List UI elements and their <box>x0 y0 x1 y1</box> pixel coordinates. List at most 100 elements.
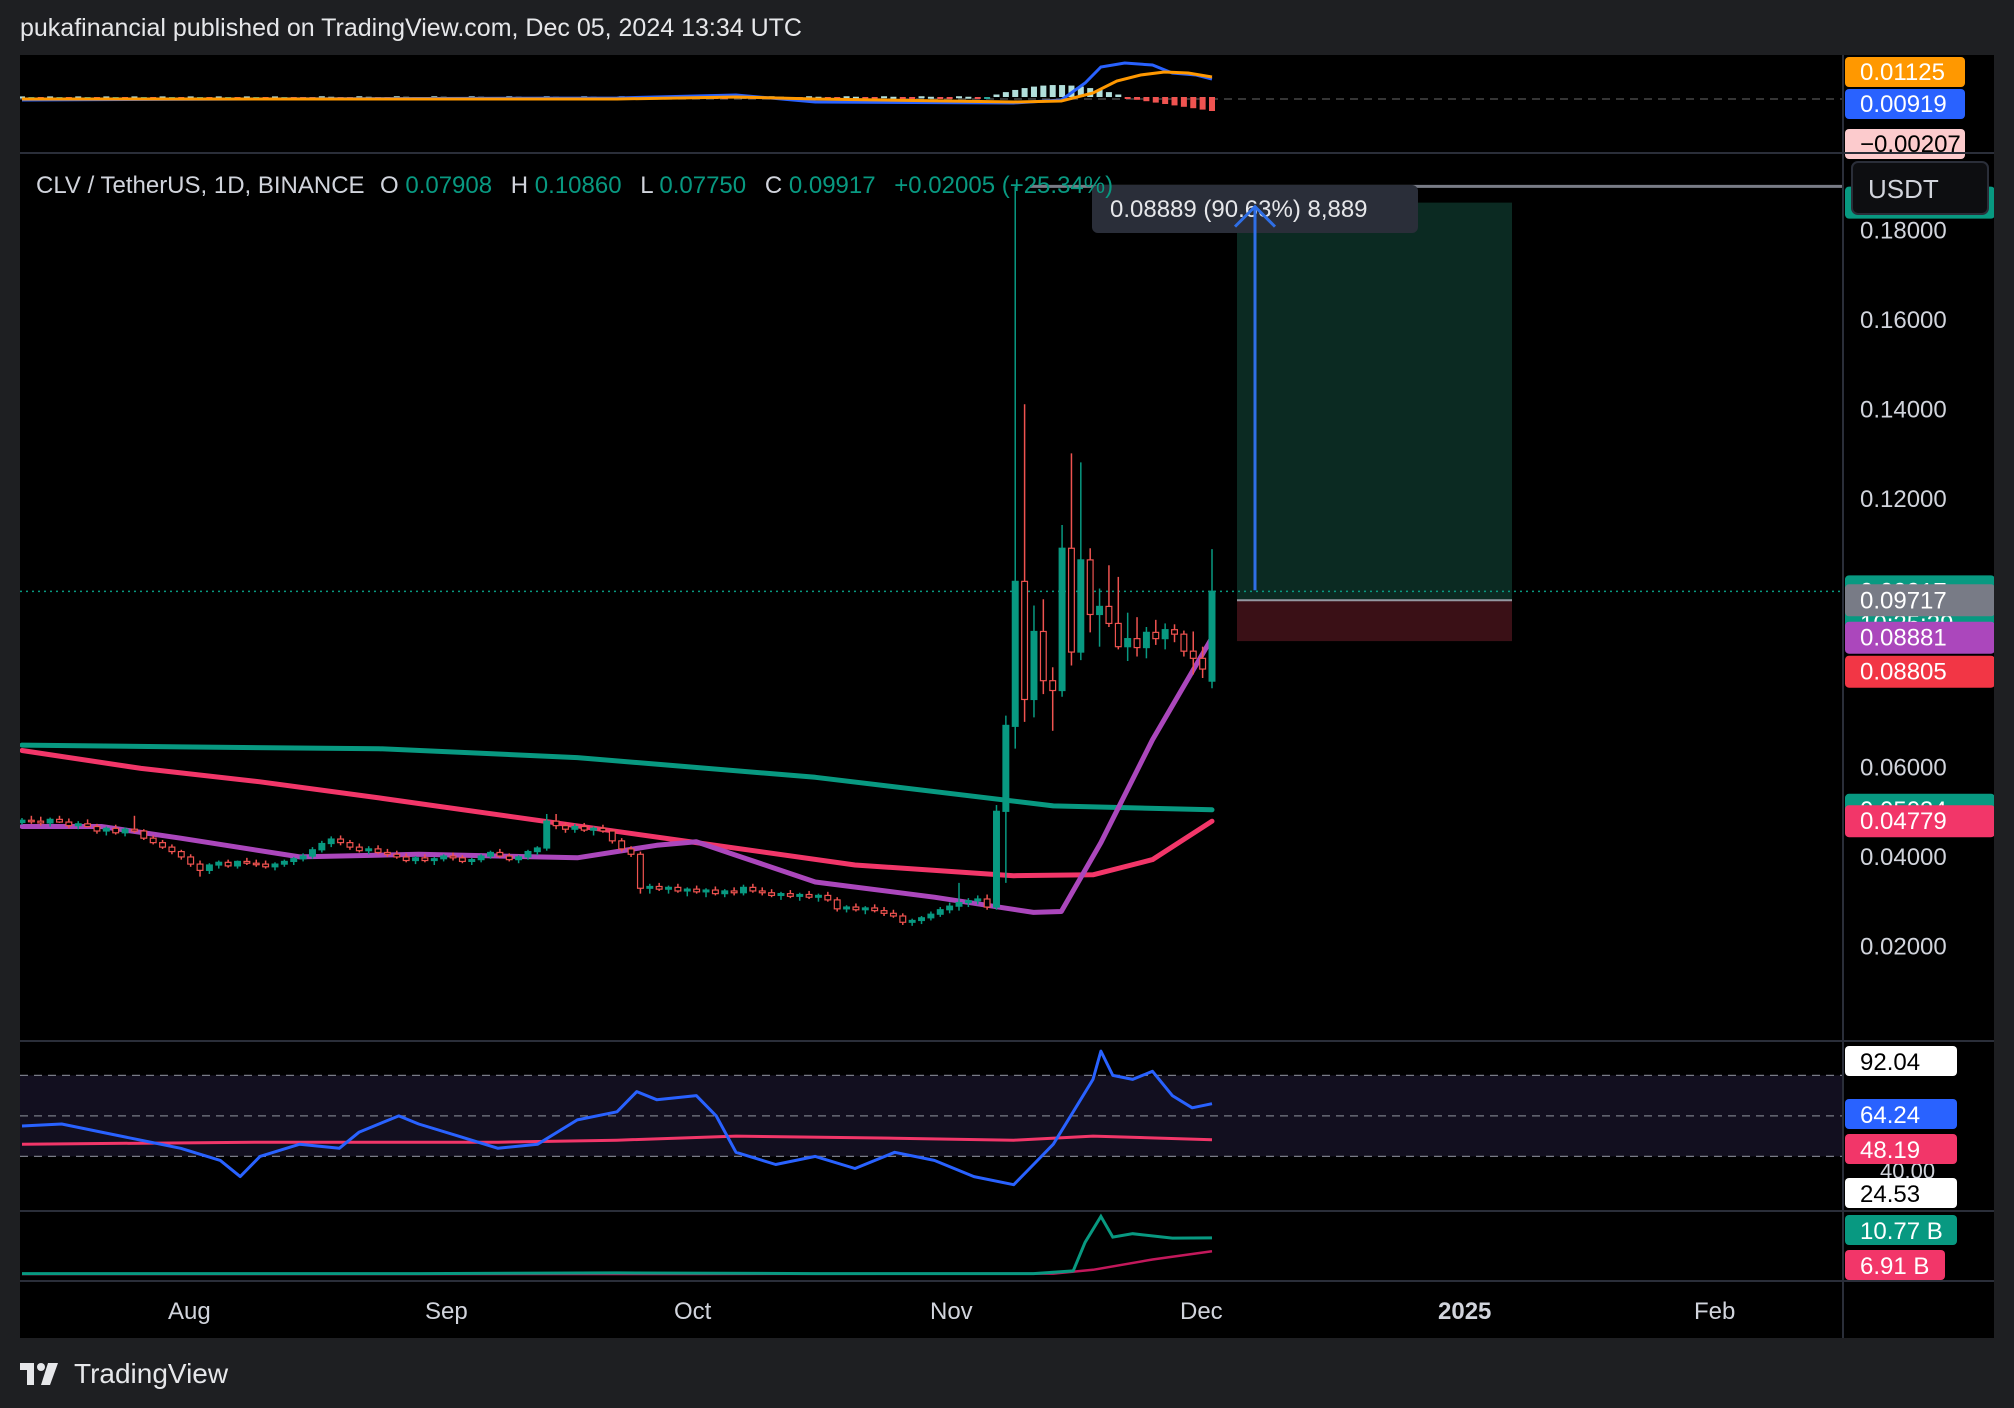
candle <box>805 890 813 899</box>
candle <box>636 851 644 894</box>
candle-body <box>1199 657 1207 670</box>
candle-body <box>796 893 804 897</box>
macd-histogram-bar <box>1105 92 1112 97</box>
price-tick-label: 0.14000 <box>1860 397 1947 424</box>
candle <box>665 885 673 894</box>
time-axis-label: Dec <box>1180 1298 1223 1325</box>
currency-button[interactable]: USDT <box>1851 161 1989 215</box>
candle <box>786 890 794 899</box>
candle-body <box>590 827 598 831</box>
candle-body <box>918 917 926 922</box>
candle <box>1039 599 1047 695</box>
price-tick-label: 0.04000 <box>1860 844 1947 871</box>
macd-histogram-bar <box>918 96 925 99</box>
candle <box>983 894 991 910</box>
volume-line <box>22 1213 1213 1276</box>
candle <box>693 885 701 894</box>
candle <box>758 887 766 896</box>
macd-badge: 0.01125 <box>1845 57 1965 87</box>
candle-body <box>1049 680 1057 692</box>
candle <box>55 815 63 823</box>
candle-body <box>102 827 110 832</box>
candle-body <box>383 851 391 855</box>
macd-histogram-bar <box>956 96 963 99</box>
candle <box>140 829 148 840</box>
macd-badge-label: 0.01125 <box>1860 59 1945 86</box>
candle-body <box>168 846 176 853</box>
candle <box>852 903 860 912</box>
candle-body <box>974 898 982 902</box>
candle <box>533 846 541 856</box>
candle-body <box>1152 631 1160 640</box>
candle <box>1096 588 1104 647</box>
currency-button-label: USDT <box>1868 174 1939 204</box>
candle <box>468 857 476 865</box>
macd-pane: 0.01125 0.00919 −0.00207 <box>19 57 1965 159</box>
candle-body <box>993 810 1000 908</box>
macd-histogram-bar <box>1152 97 1159 103</box>
candle-body <box>1002 724 1010 812</box>
candle-body <box>983 898 991 908</box>
candle-body <box>936 909 944 915</box>
candle <box>702 888 710 898</box>
price-tick-label: 0.02000 <box>1860 934 1947 961</box>
candle-body <box>27 819 35 823</box>
candle-body <box>871 907 879 912</box>
candle-body <box>187 856 195 865</box>
candle-body <box>1133 638 1141 649</box>
candle-body <box>65 821 73 827</box>
candle <box>102 826 110 836</box>
candle-body <box>337 838 345 844</box>
candle-body <box>299 855 307 860</box>
candle <box>196 860 204 877</box>
candle <box>993 805 1000 910</box>
macd-histogram-bar <box>1143 97 1150 102</box>
candle-body <box>571 825 579 830</box>
candle-body <box>1124 638 1132 648</box>
candle-body <box>1105 605 1113 625</box>
candle-body <box>627 848 635 855</box>
candle <box>908 918 916 926</box>
footer-brand[interactable]: TradingView <box>20 1356 228 1392</box>
candle <box>1002 715 1010 883</box>
candle-body <box>215 861 223 866</box>
candle-body <box>402 856 410 862</box>
price-badge-label: 0.09717 <box>1860 587 1947 614</box>
candle <box>515 855 523 864</box>
candle-body <box>749 886 757 892</box>
candle-body <box>730 890 738 894</box>
candle-body <box>318 842 326 851</box>
legend-ohlc: O 0.07908 H 0.10860 L 0.07750 C 0.09917 … <box>380 172 1113 199</box>
macd-histogram-bar <box>1199 97 1206 110</box>
macd-histogram-bar <box>1162 97 1169 104</box>
candle-body <box>1077 559 1085 653</box>
candle-body <box>552 820 560 827</box>
candle-body <box>74 823 82 827</box>
candle-body <box>683 888 691 892</box>
candle-body <box>149 837 157 844</box>
macd-histogram-bar <box>1059 85 1066 97</box>
candle <box>121 827 129 837</box>
candle-body <box>159 842 167 848</box>
candle <box>824 891 832 902</box>
candle-body <box>130 828 138 832</box>
candle-body <box>252 862 260 866</box>
candle <box>187 854 195 867</box>
candle <box>18 818 26 825</box>
chart-canvas[interactable]: 0.01125 0.00919 −0.00207 0.08889 (90.63%) … <box>18 55 1995 1338</box>
candle <box>1124 612 1132 661</box>
candle-body <box>1067 547 1075 653</box>
candle-body <box>524 850 532 858</box>
candle-body <box>665 886 673 890</box>
candle <box>749 883 757 893</box>
stop-zone <box>1237 600 1512 642</box>
macd-histogram-bar <box>993 94 1000 97</box>
rsi-pane: 80.0040.0092.0464.2448.1924.53 <box>20 1046 1957 1208</box>
candle <box>899 913 907 925</box>
macd-histogram-bar <box>1134 97 1141 100</box>
price-badge: 0.08881 <box>1845 621 1995 654</box>
candle-body <box>1142 631 1150 649</box>
candle-body <box>1161 629 1169 640</box>
price-badge: 0.04779 <box>1845 805 1995 838</box>
candle-body <box>280 860 288 865</box>
